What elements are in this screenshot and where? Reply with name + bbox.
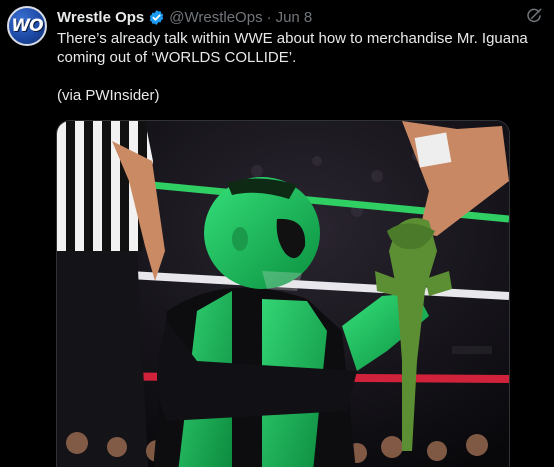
tweet-media-photo[interactable] — [56, 120, 510, 467]
tweet-header: Wrestle Ops @WrestleOps · Jun 8 — [57, 6, 312, 28]
wrestling-photo — [57, 121, 509, 467]
tweet-date[interactable]: Jun 8 — [276, 9, 313, 26]
avatar-logo-text: WO — [11, 16, 43, 36]
separator-dot: · — [266, 8, 272, 26]
tweet-body: There’s already talk within WWE about ho… — [57, 30, 528, 66]
display-name[interactable]: Wrestle Ops — [57, 9, 144, 26]
user-handle[interactable]: @WrestleOps — [169, 9, 262, 26]
verified-badge-icon — [148, 9, 165, 26]
tweet-source: (via PWInsider) — [57, 87, 160, 104]
avatar[interactable]: WO — [7, 6, 47, 46]
grok-icon[interactable] — [525, 7, 543, 25]
tweet[interactable]: WO Wrestle Ops @WrestleOps · Jun 8 There… — [0, 0, 554, 467]
tweet-text: There’s already talk within WWE about ho… — [57, 29, 537, 105]
